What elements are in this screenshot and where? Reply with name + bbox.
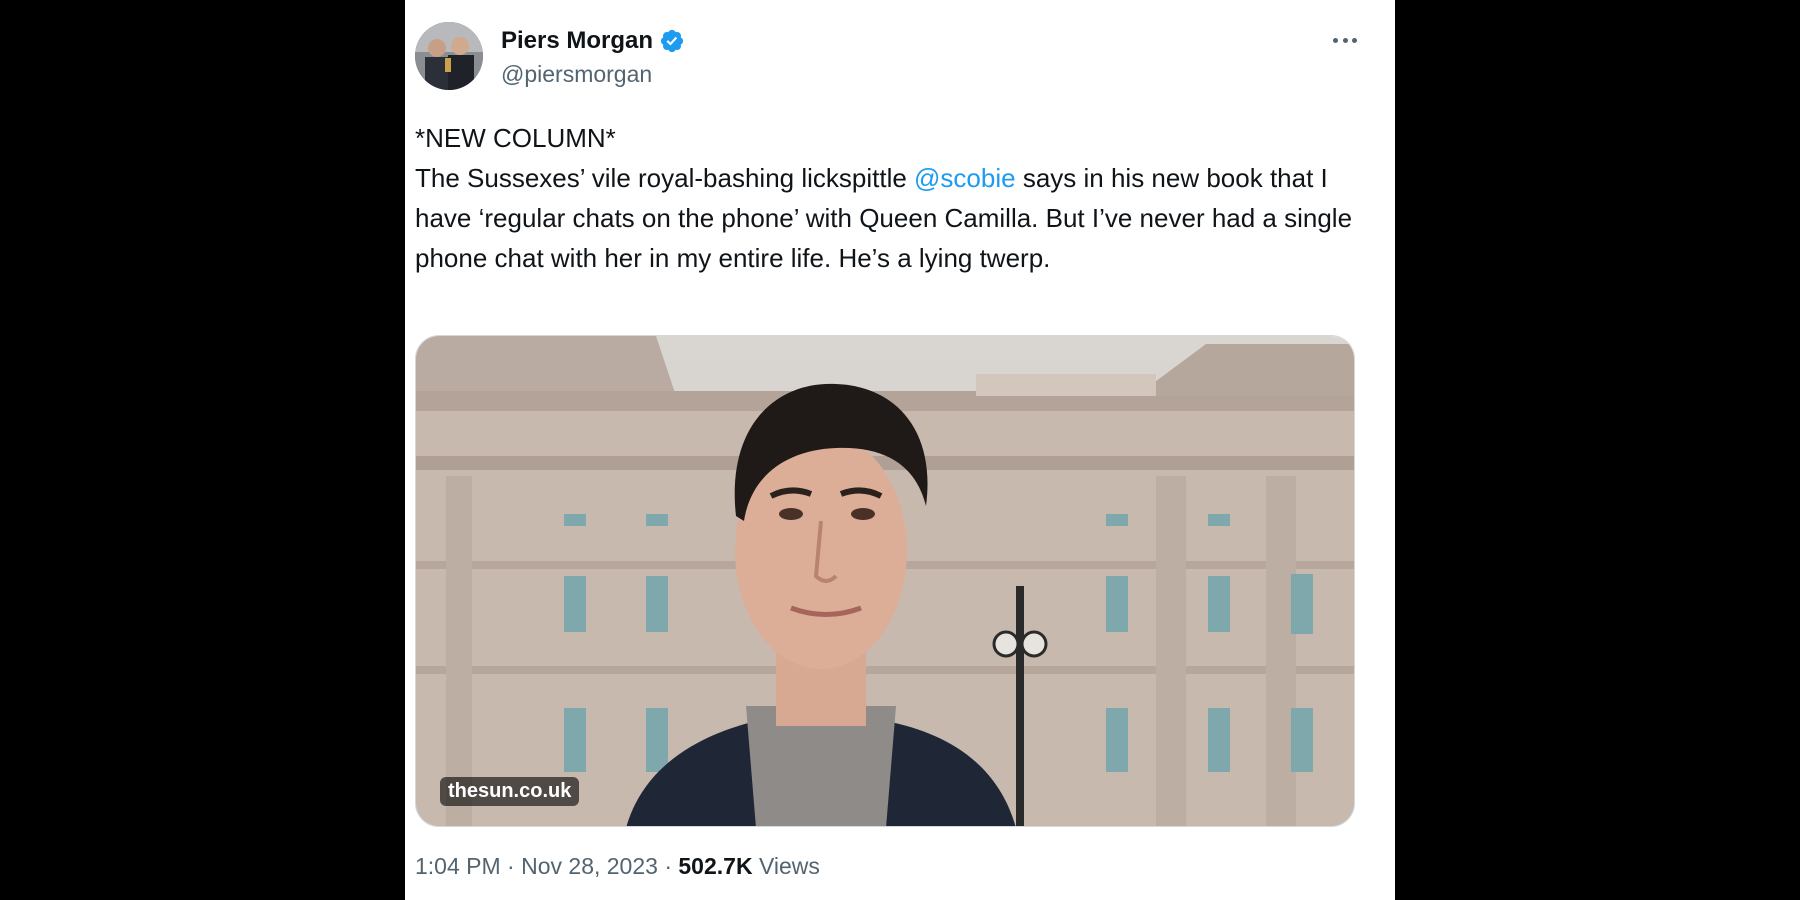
mention-link[interactable]: @scobie [914, 163, 1016, 193]
views-label: Views [752, 853, 820, 879]
tweet-text: *NEW COLUMN* The Sussexes’ vile royal-ba… [415, 118, 1355, 278]
views-count: 502.7K [678, 853, 753, 879]
tweet-date[interactable]: Nov 28, 2023 [521, 853, 658, 879]
palace-photo [416, 336, 1354, 826]
media-source-label: thesun.co.uk [440, 777, 580, 806]
tweet-text-before: The Sussexes’ vile royal-bashing lickspi… [415, 163, 915, 193]
tweet-meta: 1:04 PM · Nov 28, 2023 · 502.7K Views [415, 853, 820, 880]
tweet-card: Piers Morgan @piersmorgan *NEW COLUMN* T… [405, 0, 1395, 900]
tweet-time[interactable]: 1:04 PM [415, 853, 501, 879]
tweet-text-body: The Sussexes’ vile royal-bashing lickspi… [415, 158, 1355, 278]
tweet-media-image[interactable]: thesun.co.uk [415, 335, 1355, 827]
meta-separator: · [500, 853, 522, 879]
author-handle[interactable]: @piersmorgan [501, 61, 652, 88]
author-display-name[interactable]: Piers Morgan [501, 27, 653, 55]
meta-separator-2: · [657, 853, 679, 879]
verified-badge-icon [660, 29, 684, 53]
more-horizontal-icon[interactable] [1325, 28, 1365, 52]
avatar[interactable] [415, 22, 483, 90]
tweet-text-line1: *NEW COLUMN* [415, 123, 616, 153]
author-name-row: Piers Morgan [501, 27, 685, 55]
